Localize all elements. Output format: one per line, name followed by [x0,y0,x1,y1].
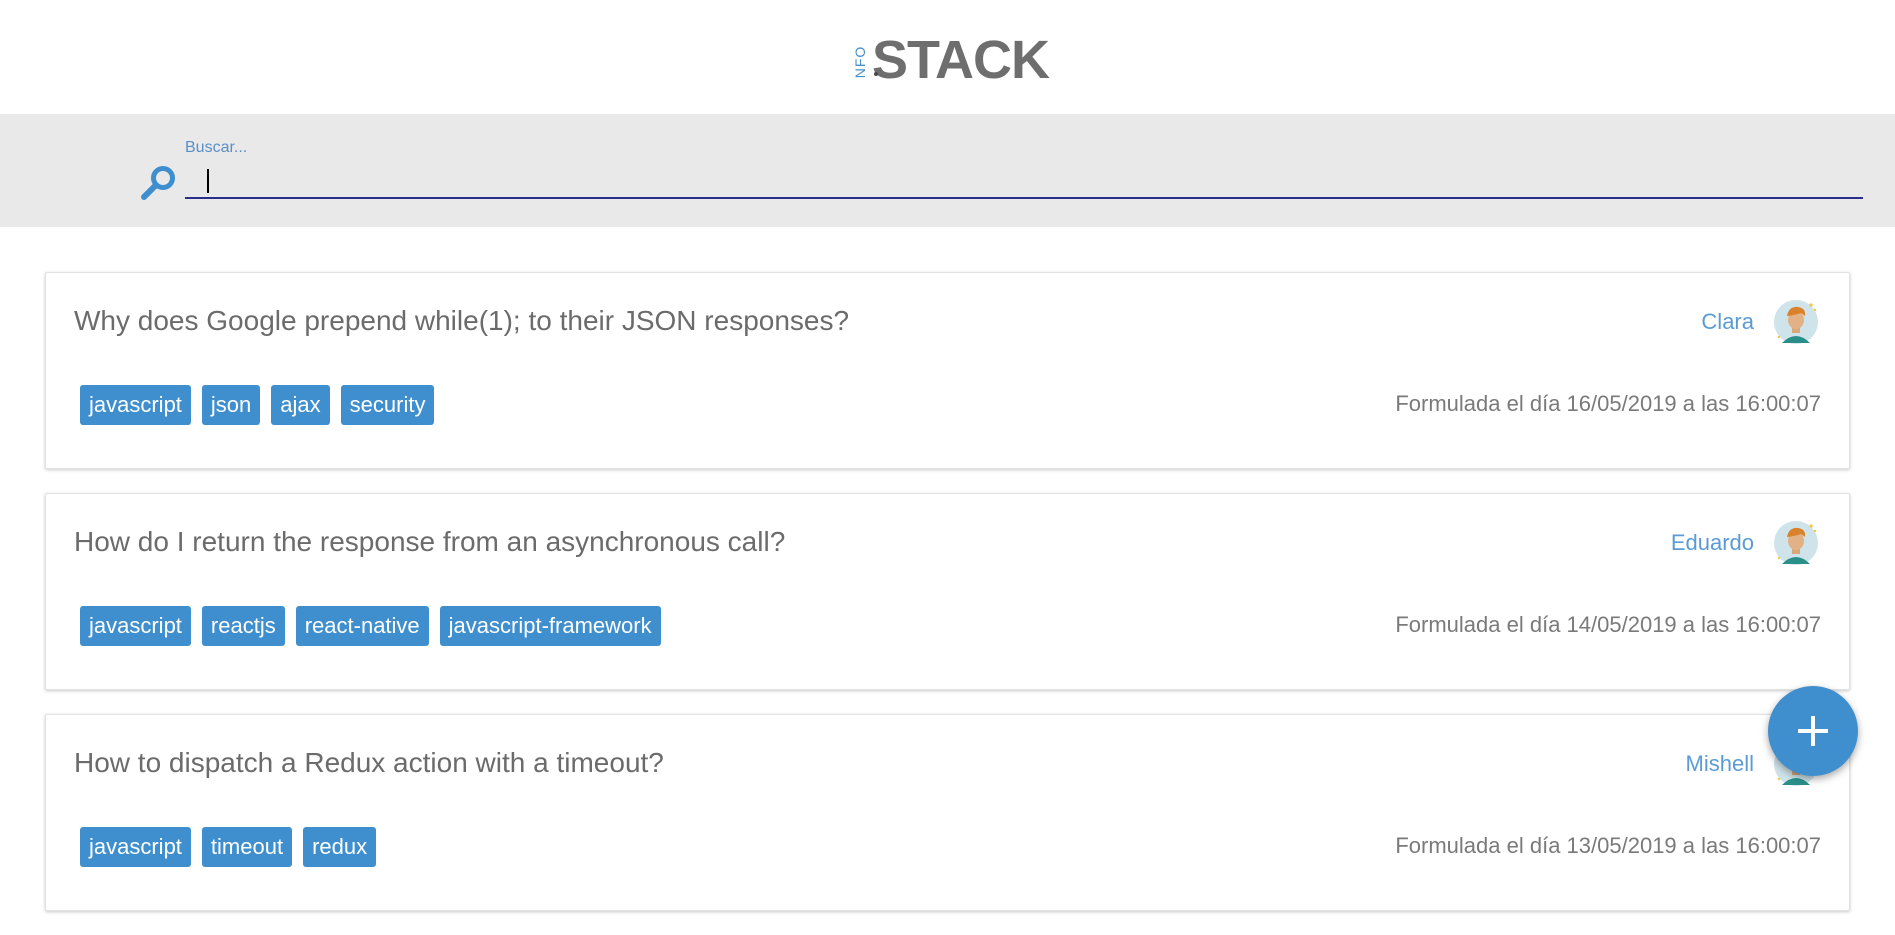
question-author[interactable]: Mishell [1686,751,1754,777]
logo-prefix-text: NFO [852,45,868,79]
tag[interactable]: react-native [295,606,429,646]
question-card[interactable]: How to dispatch a Redux action with a ti… [45,714,1850,911]
tag[interactable]: javascript [80,385,191,425]
question-author[interactable]: Clara [1701,309,1754,335]
search-input[interactable] [185,161,1863,199]
logo-prefix: NFO [852,38,878,84]
tag-list: javascript timeout redux [80,827,377,867]
tag[interactable]: javascript-framework [439,606,661,646]
tag[interactable]: ajax [271,385,330,425]
tag[interactable]: security [340,385,435,425]
tag[interactable]: redux [303,827,377,867]
tag[interactable]: javascript [80,606,191,646]
search-label: Buscar... [185,139,248,156]
app-header: NFO STACK [0,0,1895,114]
brand-logo[interactable]: NFO STACK [852,30,1050,90]
question-title[interactable]: How to dispatch a Redux action with a ti… [74,747,664,779]
question-list: Why does Google prepend while(1); to the… [45,272,1850,935]
avatar [1774,300,1818,344]
question-title[interactable]: How do I return the response from an asy… [74,526,785,558]
logo-name: STACK [872,30,1050,90]
logo-dot [874,72,878,76]
tag[interactable]: timeout [201,827,293,867]
question-author[interactable]: Eduardo [1671,530,1754,556]
tag-list: javascript reactjs react-native javascri… [80,606,661,646]
tag[interactable]: json [201,385,261,425]
tag[interactable]: reactjs [201,606,285,646]
avatar [1774,521,1818,565]
question-card[interactable]: How do I return the response from an asy… [45,493,1850,690]
question-date: Formulada el día 16/05/2019 a las 16:00:… [1395,391,1821,416]
search-field: Buscar... [185,139,1863,199]
add-question-button[interactable] [1768,686,1858,776]
tag[interactable]: javascript [80,827,191,867]
tag-list: javascript json ajax security [80,385,435,425]
question-title[interactable]: Why does Google prepend while(1); to the… [74,305,849,337]
question-card[interactable]: Why does Google prepend while(1); to the… [45,272,1850,469]
text-caret [207,169,209,193]
search-bar: Buscar... [0,114,1895,227]
search-icon [141,166,175,200]
question-date: Formulada el día 14/05/2019 a las 16:00:… [1395,612,1821,637]
plus-icon [1798,716,1828,746]
question-date: Formulada el día 13/05/2019 a las 16:00:… [1395,833,1821,858]
